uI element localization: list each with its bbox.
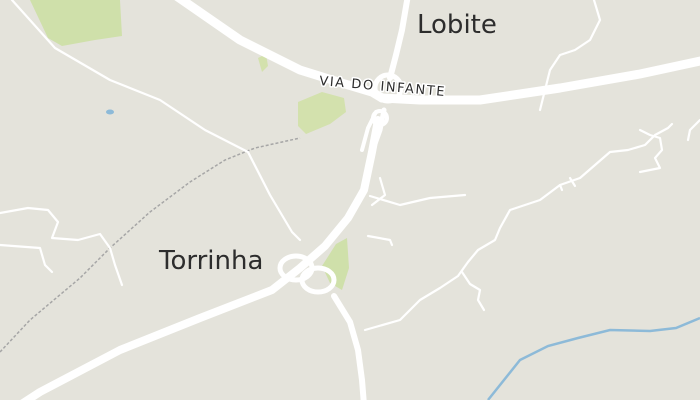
river [487, 316, 700, 400]
pond [106, 109, 114, 115]
road-south-branch [331, 293, 367, 400]
place-label-torrinha: Torrinha [158, 246, 263, 276]
road-north-lobite [387, 0, 411, 81]
minor-roads [0, 0, 700, 332]
map-layer: Lobite Torrinha VIA DO INFANTE [0, 0, 700, 400]
park-area-northwest [30, 0, 122, 46]
railway-line [0, 137, 301, 353]
map-canvas[interactable]: Lobite Torrinha VIA DO INFANTE [0, 0, 700, 400]
major-roads [20, 0, 700, 400]
park-area-interchange [298, 92, 346, 134]
place-label-lobite: Lobite [417, 10, 497, 40]
